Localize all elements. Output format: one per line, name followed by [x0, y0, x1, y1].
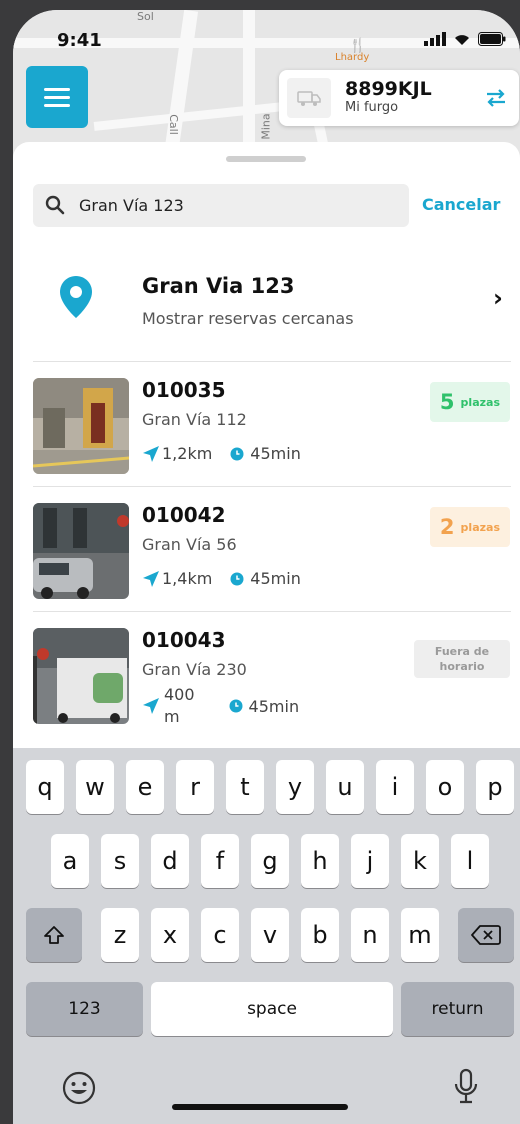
status-bar: 9:41 [13, 10, 520, 62]
key-w[interactable]: w [76, 760, 114, 814]
key-t[interactable]: t [226, 760, 264, 814]
key-s[interactable]: s [101, 834, 139, 888]
navigation-arrow-icon [143, 570, 159, 587]
shift-key[interactable] [26, 908, 82, 962]
location-photo [33, 628, 129, 724]
backspace-icon [471, 925, 501, 945]
key-y[interactable]: y [276, 760, 314, 814]
key-k[interactable]: k [401, 834, 439, 888]
distance: 1,4km [162, 569, 213, 588]
search-sheet: Cancelar Gran Via 123 Mostrar reservas c… [13, 142, 520, 752]
home-indicator[interactable] [172, 1104, 348, 1110]
cancel-button[interactable]: Cancelar [422, 195, 500, 214]
map-street-label: Call [166, 114, 180, 135]
search-input[interactable] [79, 184, 399, 227]
shift-icon [44, 926, 64, 944]
location-address: Gran Vía 112 [142, 410, 247, 429]
distance: 400 m [164, 685, 195, 726]
key-p[interactable]: p [476, 760, 514, 814]
status-icons [424, 32, 506, 46]
signal-icon [424, 32, 446, 46]
key-m[interactable]: m [401, 908, 439, 962]
search-icon [45, 195, 65, 215]
key-o[interactable]: o [426, 760, 464, 814]
location-id: 010035 [142, 378, 226, 402]
availability-badge: 2 plazas [429, 507, 510, 547]
clock-icon [230, 572, 244, 585]
location-meta: 1,4km 45min [142, 569, 301, 588]
key-d[interactable]: d [151, 834, 189, 888]
wifi-icon [455, 35, 469, 45]
key-v[interactable]: v [251, 908, 289, 962]
location-address: Gran Vía 230 [142, 660, 247, 679]
phone-screen: Sol Call Mina Lhardy 🍴 9:41 8899KJL Mi f… [13, 10, 520, 1124]
menu-button[interactable] [26, 66, 88, 128]
location-photo [33, 503, 129, 599]
chevron-right-icon: › [493, 284, 503, 312]
microphone-icon[interactable] [453, 1068, 479, 1106]
menu-icon [44, 87, 70, 107]
location-id: 010042 [142, 503, 226, 527]
space-key[interactable]: space [151, 982, 393, 1036]
key-l[interactable]: l [451, 834, 489, 888]
van-icon [287, 78, 331, 118]
location-pin-icon [60, 276, 92, 318]
list-item[interactable]: 010035 Gran Vía 112 1,2km 45min 5 plazas [13, 362, 520, 486]
availability-badge: 5 plazas [429, 382, 510, 422]
duration: 45min [250, 569, 301, 588]
list-item[interactable]: 010043 Gran Vía 230 400 m 45min Fuera de… [13, 612, 520, 736]
key-z[interactable]: z [101, 908, 139, 962]
clock-icon [229, 699, 243, 713]
nearby-reservations-item[interactable]: Gran Via 123 Mostrar reservas cercanas › [13, 254, 520, 358]
key-a[interactable]: a [51, 834, 89, 888]
location-id: 010043 [142, 628, 226, 652]
key-x[interactable]: x [151, 908, 189, 962]
location-address: Gran Vía 56 [142, 535, 237, 554]
vehicle-selector[interactable]: 8899KJL Mi furgo [279, 70, 519, 126]
status-time: 9:41 [57, 30, 102, 51]
location-photo [33, 378, 129, 474]
vehicle-nickname: Mi furgo [345, 100, 399, 115]
key-e[interactable]: e [126, 760, 164, 814]
swap-icon[interactable] [485, 88, 507, 108]
key-f[interactable]: f [201, 834, 239, 888]
keyboard: q w e r t y u i o p a s d f g h j k l z … [13, 748, 520, 1124]
duration: 45min [248, 696, 300, 716]
sheet-grabber[interactable] [226, 156, 306, 162]
backspace-key[interactable] [458, 908, 514, 962]
numbers-key[interactable]: 123 [26, 982, 143, 1036]
key-h[interactable]: h [301, 834, 339, 888]
map-street-label: Mina [259, 113, 273, 140]
key-u[interactable]: u [326, 760, 364, 814]
key-r[interactable]: r [176, 760, 214, 814]
navigation-arrow-icon [143, 698, 159, 714]
nearby-subtitle: Mostrar reservas cercanas [142, 309, 354, 328]
key-n[interactable]: n [351, 908, 389, 962]
emoji-icon[interactable] [61, 1070, 97, 1106]
list-item[interactable]: 010042 Gran Vía 56 1,4km 45min 2 plazas [13, 487, 520, 611]
key-b[interactable]: b [301, 908, 339, 962]
location-meta: 1,2km 45min [142, 444, 301, 463]
clock-icon [230, 447, 244, 460]
key-q[interactable]: q [26, 760, 64, 814]
nearby-title: Gran Via 123 [142, 274, 295, 298]
vehicle-plate: 8899KJL [345, 78, 432, 100]
search-bar[interactable] [33, 184, 409, 227]
return-key[interactable]: return [401, 982, 514, 1036]
navigation-arrow-icon [143, 445, 159, 462]
key-g[interactable]: g [251, 834, 289, 888]
duration: 45min [250, 444, 301, 463]
distance: 1,2km [162, 444, 213, 463]
key-j[interactable]: j [351, 834, 389, 888]
battery-icon [478, 32, 506, 46]
location-meta: 400 m 45min [142, 684, 299, 728]
key-i[interactable]: i [376, 760, 414, 814]
key-c[interactable]: c [201, 908, 239, 962]
out-of-hours-badge: Fuera de horario [414, 640, 510, 678]
